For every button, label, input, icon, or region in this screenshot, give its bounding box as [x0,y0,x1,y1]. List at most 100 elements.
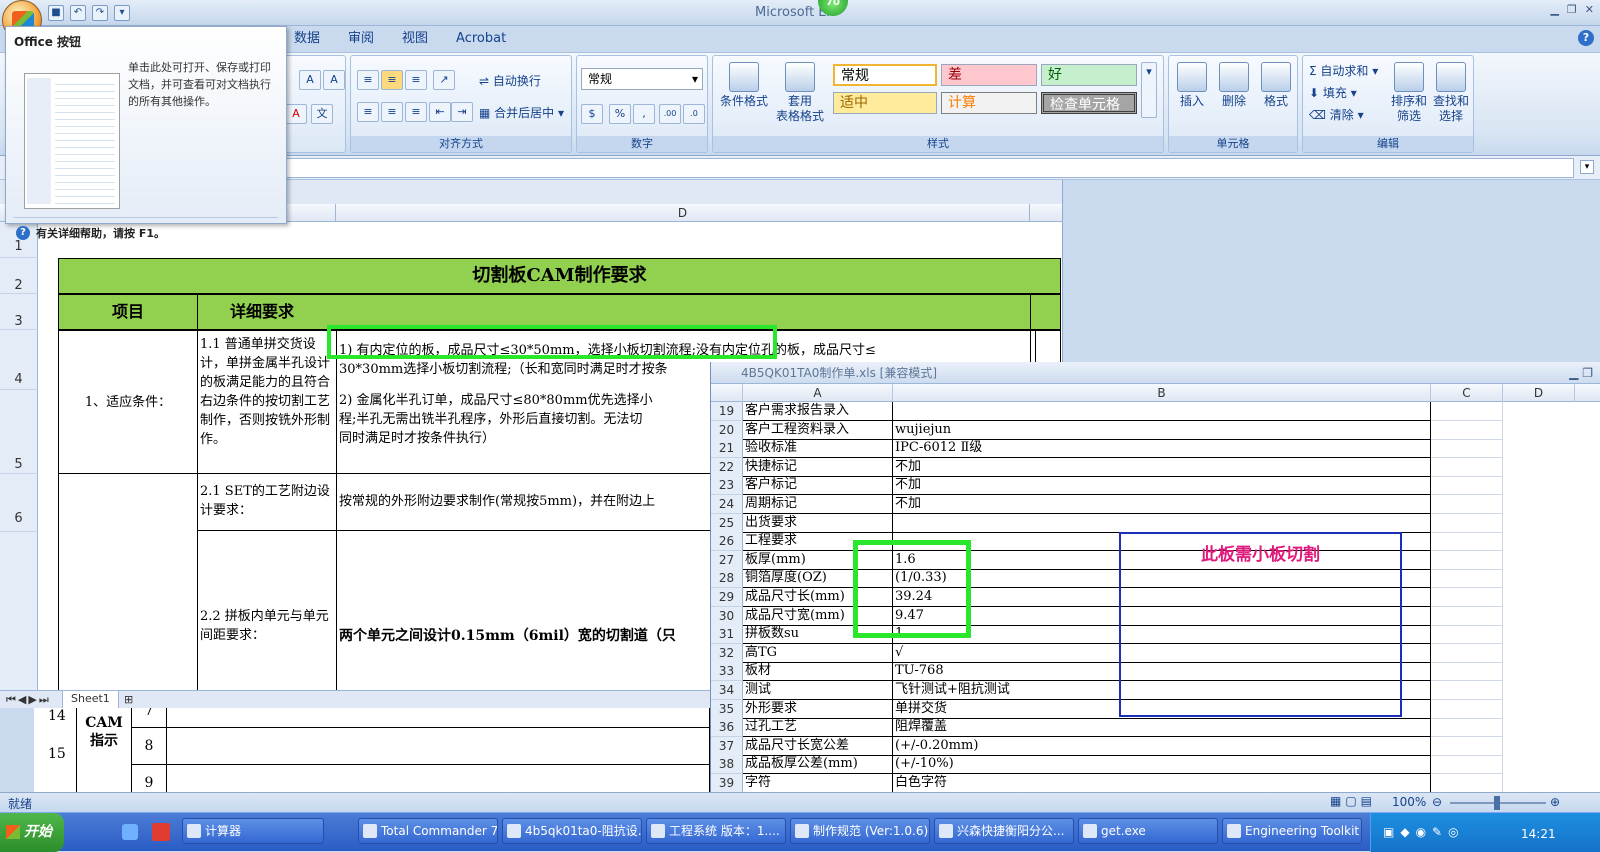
wb2-col-c[interactable]: C [1431,384,1503,402]
row-number[interactable]: 35 [711,699,743,719]
delete-button[interactable]: 删除 [1215,62,1253,109]
zoom-in-icon[interactable]: ⊕ [1550,795,1560,809]
row-number[interactable]: 33 [711,662,743,682]
field-value[interactable] [893,513,1431,533]
style-good[interactable]: 好 [1041,64,1137,86]
wb2-col-a[interactable]: A [743,384,893,402]
task-total-commander[interactable]: Total Commander 7.0... [358,818,498,844]
column-header-d[interactable]: D [336,204,1030,222]
task-xingsen[interactable]: 兴森快捷衡阳分公... [934,818,1074,844]
field-value[interactable]: 不加 [893,495,1431,514]
empty-cell[interactable] [1431,550,1503,570]
style-calc[interactable]: 计算 [941,92,1037,114]
field-label[interactable]: 测试 [743,681,893,700]
empty-cell[interactable] [1431,681,1503,700]
tab-data[interactable]: 数据 [280,26,334,52]
insert-sheet-icon[interactable]: ⊞ [124,693,133,706]
field-value[interactable]: 阻焊覆盖 [893,718,1431,738]
merge-center-button[interactable]: ▦ 合并后居中 ▾ [479,104,564,121]
row-header-7[interactable] [0,532,38,692]
field-value[interactable] [893,402,1431,421]
percent-icon[interactable]: % [609,104,631,124]
task-spec[interactable]: 制作规范 (Ver:1.0.6) [790,818,930,844]
find-select-button[interactable]: 查找和 选择 [1431,62,1471,124]
fill-button[interactable]: ⬇ 填充 ▾ [1309,84,1357,101]
number-format-select[interactable]: 常规 ▾ [581,68,703,90]
row-number[interactable]: 23 [711,476,743,496]
zoom-slider-thumb[interactable] [1494,796,1500,810]
clear-button[interactable]: ⌫ 清除 ▾ [1309,106,1364,123]
field-label[interactable]: 过孔工艺 [743,718,893,738]
empty-cell[interactable] [1431,476,1503,496]
wb2-minimize-icon[interactable]: ▁ [1569,366,1578,380]
tray-icons[interactable]: ▣◆◉✎◎ [1383,825,1465,839]
empty-cell[interactable] [1431,662,1503,682]
wrap-text-button[interactable]: ⇌ 自动换行 [479,72,541,89]
row-header-2[interactable]: 2 [0,258,38,294]
grow-font-icon[interactable]: A [299,70,321,90]
tab-view[interactable]: 视图 [388,26,442,52]
empty-cell[interactable] [1431,513,1503,533]
empty-cell[interactable] [1431,699,1503,719]
row-header-6[interactable]: 6 [0,474,38,532]
zoom-out-icon[interactable]: ⊖ [1432,795,1442,809]
empty-cell[interactable] [1431,495,1503,514]
align-center-icon[interactable]: ≡ [381,102,403,122]
empty-cell[interactable] [1431,736,1503,756]
row-number[interactable]: 30 [711,606,743,626]
field-label[interactable]: 客户标记 [743,476,893,496]
sheet-nav-icon[interactable]: ⏮◀▶⏭ [6,693,51,707]
field-label[interactable]: 快捷标记 [743,457,893,477]
style-bad[interactable]: 差 [941,64,1037,86]
decrease-indent-icon[interactable]: ⇤ [429,102,451,122]
empty-cell[interactable] [1431,439,1503,459]
field-value[interactable]: 不加 [893,476,1431,496]
row-number[interactable]: 21 [711,439,743,459]
task-engineering-toolkit[interactable]: Engineering Toolkit 9.... [1222,818,1362,844]
field-label[interactable]: 验收标准 [743,439,893,459]
align-bottom-icon[interactable]: ≡ [405,70,427,90]
field-label[interactable]: 外形要求 [743,699,893,719]
row-number[interactable]: 38 [711,755,743,775]
customize-qat-icon[interactable]: ▾ [114,5,130,21]
row-number[interactable]: 28 [711,569,743,589]
empty-cell[interactable] [1431,625,1503,645]
row-number[interactable]: 31 [711,625,743,645]
redo-icon[interactable]: ↷ [92,5,108,21]
row-number[interactable]: 27 [711,550,743,570]
insert-button[interactable]: 插入 [1173,62,1211,109]
empty-cell[interactable] [1431,569,1503,589]
comma-icon[interactable]: , [633,104,655,124]
align-middle-icon[interactable]: ≡ [381,70,403,90]
style-normal[interactable]: 常规 [833,64,937,86]
view-buttons[interactable]: ▦▢▤ [1330,794,1376,808]
field-value[interactable]: wujiejun [893,420,1431,440]
style-check-cell[interactable]: 检查单元格 [1041,92,1137,114]
row-number[interactable]: 22 [711,457,743,477]
autosum-button[interactable]: Σ 自动求和 ▾ [1309,62,1378,79]
empty-cell[interactable] [1431,588,1503,607]
restore-icon[interactable]: ❐ [1567,3,1577,16]
currency-icon[interactable]: $ [581,104,603,124]
styles-more-icon[interactable]: ▾ [1141,62,1157,118]
empty-cell[interactable] [1431,532,1503,552]
row-number[interactable]: 37 [711,736,743,756]
shrink-font-icon[interactable]: A [323,70,345,90]
field-value[interactable]: 不加 [893,457,1431,477]
field-label[interactable]: 高TG [743,643,893,663]
task-calculator[interactable]: 计算器 [182,818,324,844]
zoom-level[interactable]: 100% [1392,795,1426,809]
format-button[interactable]: 格式 [1257,62,1295,109]
row-number[interactable]: 34 [711,681,743,700]
empty-cell[interactable] [1431,420,1503,440]
sheet-tab-sheet1[interactable]: Sheet1 [62,691,119,709]
row-number[interactable]: 19 [711,402,743,421]
empty-cell[interactable] [1431,457,1503,477]
field-label[interactable]: 出货要求 [743,513,893,533]
field-label[interactable]: 客户需求报告录入 [743,402,893,421]
align-right-icon[interactable]: ≡ [405,102,427,122]
align-left-icon[interactable]: ≡ [357,102,379,122]
phonetic-icon[interactable]: 文 [311,104,333,124]
row-number[interactable]: 29 [711,588,743,607]
row-header-4[interactable]: 4 [0,330,38,390]
